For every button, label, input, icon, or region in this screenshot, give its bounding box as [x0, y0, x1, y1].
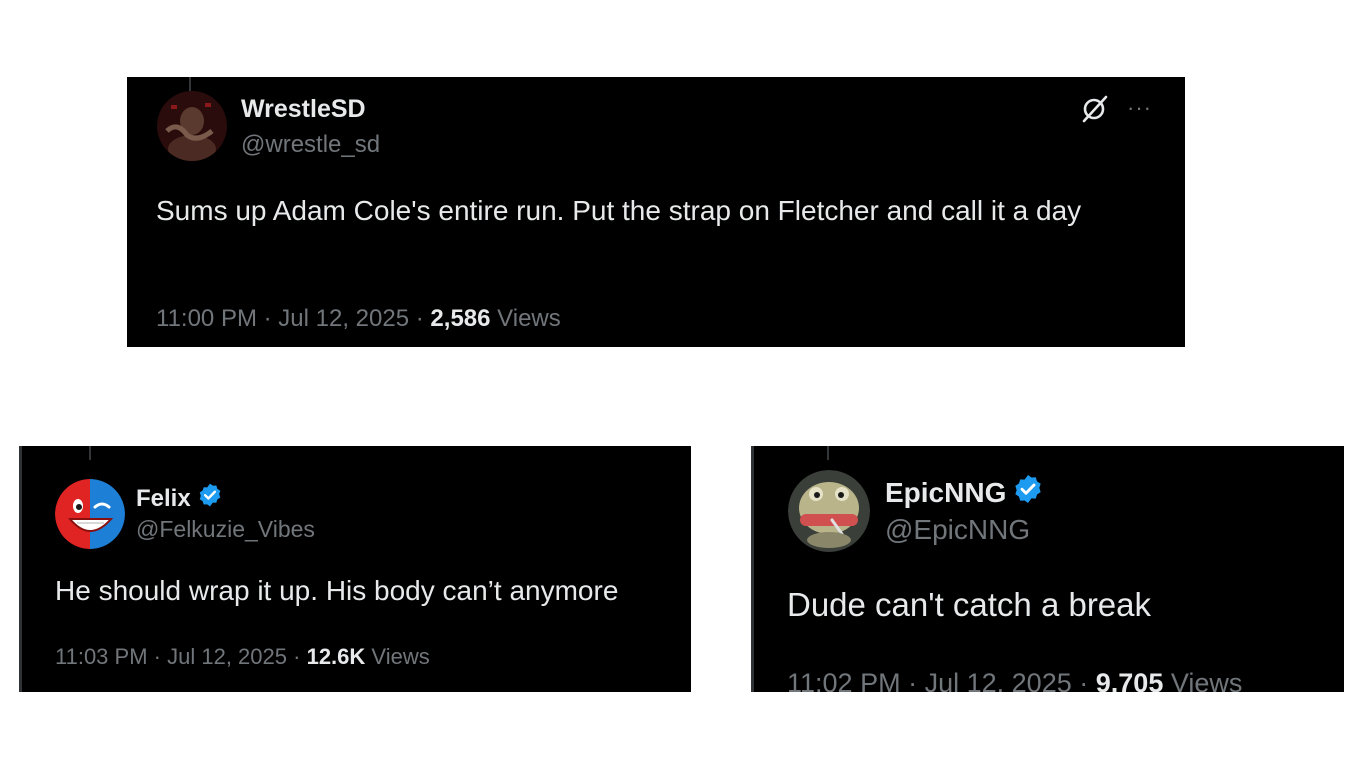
display-name-text[interactable]: WrestleSD — [241, 95, 366, 124]
meta-separator: · — [908, 668, 918, 692]
meta-separator: · — [1079, 668, 1089, 692]
tweet-meta: 11:02 PM · Jul 12, 2025 · 9,705 Views — [787, 668, 1242, 692]
tweet-time[interactable]: 11:00 PM — [156, 305, 257, 332]
tweet-date[interactable]: Jul 12, 2025 — [167, 644, 287, 669]
verified-badge-icon[interactable] — [197, 482, 223, 515]
views-count[interactable]: 12.6K — [307, 644, 366, 669]
display-name-text[interactable]: EpicNNG — [885, 477, 1006, 509]
views-label[interactable]: Views — [1171, 668, 1243, 692]
tweet-date[interactable]: Jul 12, 2025 — [925, 668, 1072, 692]
more-options-icon[interactable]: ··· — [1127, 95, 1152, 121]
views-label[interactable]: Views — [371, 644, 429, 669]
user-handle[interactable]: @Felkuzie_Vibes — [136, 516, 315, 543]
display-name-text[interactable]: Felix — [136, 485, 191, 513]
tweet-date[interactable]: Jul 12, 2025 — [278, 305, 409, 332]
tweet-time[interactable]: 11:02 PM — [787, 668, 901, 692]
tweet-card-epicnng[interactable]: EpicNNG @EpicNNG Dude can't catch a brea… — [751, 446, 1344, 692]
display-name[interactable]: Felix — [136, 482, 223, 515]
thread-connector — [89, 446, 91, 460]
tweet-meta: 11:03 PM · Jul 12, 2025 · 12.6K Views — [55, 644, 430, 670]
tweet-time[interactable]: 11:03 PM — [55, 644, 148, 669]
tweet-text: Dude can't catch a break — [787, 586, 1152, 623]
tweet-card-felix[interactable]: Felix @Felkuzie_Vibes He should wrap it … — [19, 446, 691, 692]
views-count[interactable]: 2,586 — [430, 305, 490, 332]
user-handle[interactable]: @EpicNNG — [885, 514, 1030, 546]
tweet-text: He should wrap it up. His body can’t any… — [55, 575, 619, 606]
meta-separator: · — [415, 305, 424, 332]
display-name[interactable]: WrestleSD — [241, 95, 366, 124]
views-label[interactable]: Views — [497, 305, 561, 332]
wrestler-avatar-icon[interactable] — [157, 91, 227, 161]
tweet-text: Sums up Adam Cole's entire run. Put the … — [156, 195, 1082, 226]
thread-connector — [189, 77, 191, 91]
meta-separator: · — [263, 305, 272, 332]
display-name[interactable]: EpicNNG — [885, 473, 1044, 512]
user-handle[interactable]: @wrestle_sd — [241, 131, 380, 159]
meta-separator: · — [153, 644, 161, 669]
meta-separator: · — [293, 644, 301, 669]
thread-connector — [827, 446, 829, 460]
frog-figure-avatar-icon[interactable] — [788, 470, 870, 552]
tweet-meta: 11:00 PM · Jul 12, 2025 · 2,586 Views — [156, 305, 561, 333]
tweet-card-wrestlesd[interactable]: WrestleSD @wrestle_sd ··· Sums up Adam C… — [127, 77, 1185, 347]
winking-face-avatar-icon[interactable] — [55, 479, 125, 549]
grok-icon[interactable] — [1079, 93, 1111, 125]
verified-badge-icon[interactable] — [1012, 473, 1044, 512]
views-count[interactable]: 9,705 — [1096, 668, 1164, 692]
